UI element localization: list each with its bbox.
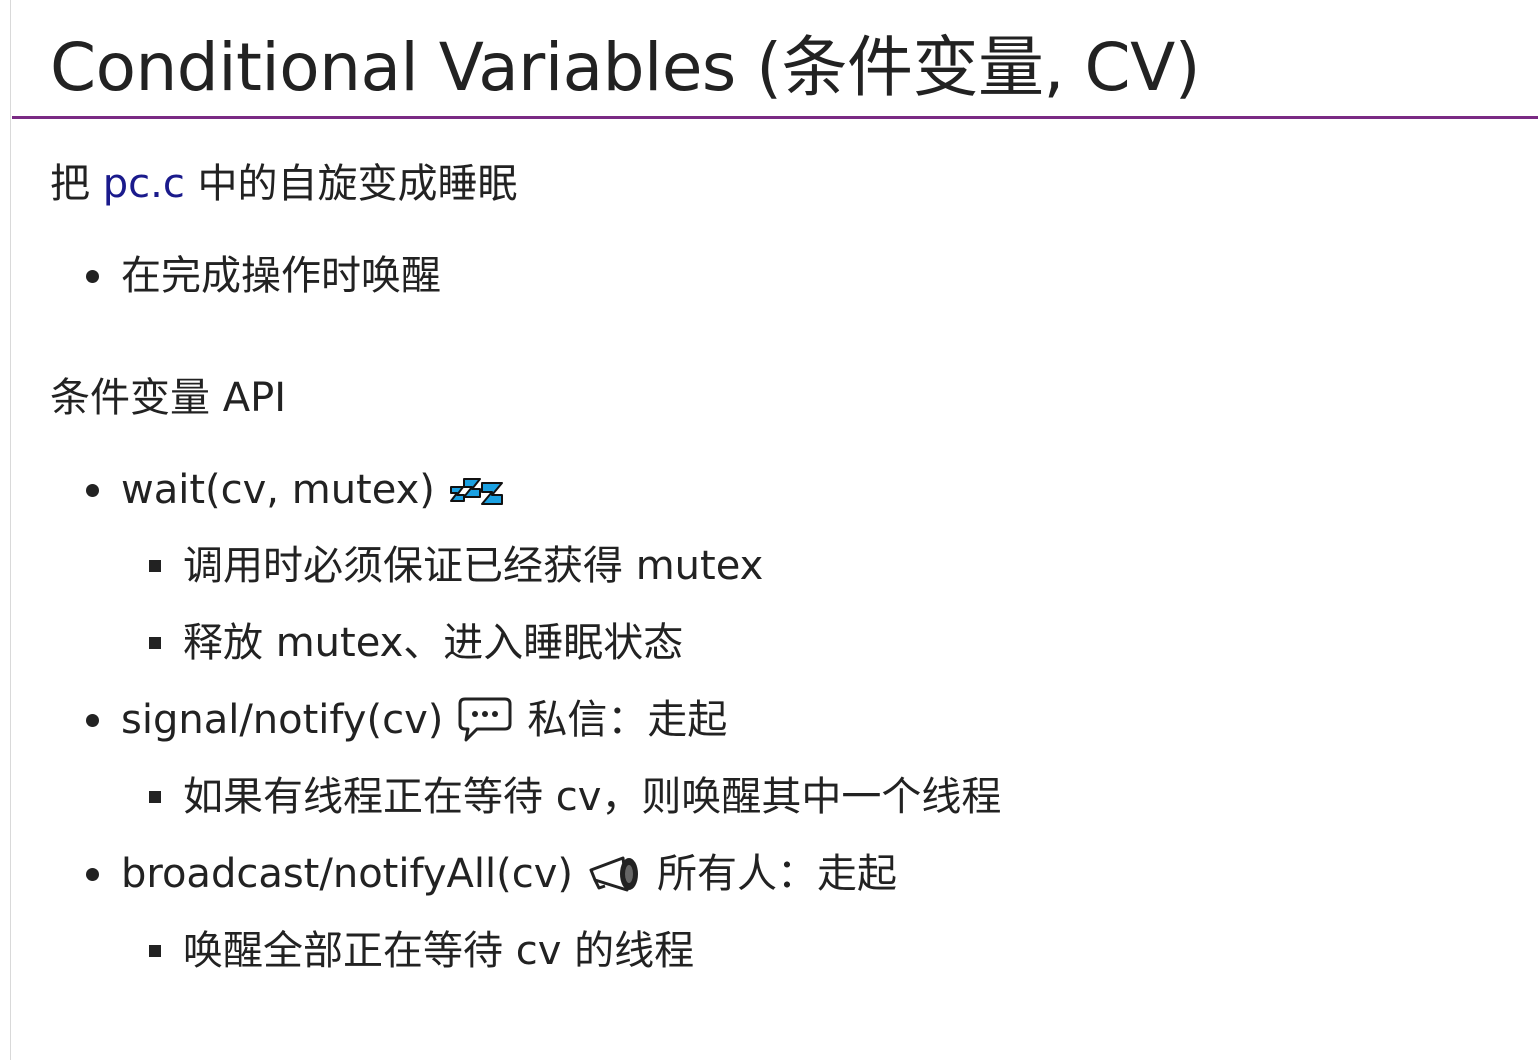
api-label: wait(cv, mutex) <box>121 467 435 513</box>
pc-c-link[interactable]: pc.c <box>103 161 185 207</box>
api-wait-detail-2: 释放 mutex、进入睡眠状态 <box>149 617 683 669</box>
api-label: signal/notify(cv) <box>121 697 444 743</box>
zzz-icon <box>449 473 505 507</box>
intro-bullet-text: 在完成操作时唤醒 <box>121 253 441 299</box>
api-item-signal: signal/notify(cv) 私信：走起 <box>86 694 727 746</box>
api-item-broadcast: broadcast/notifyAll(cv) 所有人：走起 <box>86 848 897 900</box>
api-heading: 条件变量 API <box>50 375 286 421</box>
api-broadcast-detail-1: 唤醒全部正在等待 cv 的线程 <box>149 925 694 977</box>
bullet-square <box>149 791 161 803</box>
api-label: broadcast/notifyAll(cv) <box>121 851 573 897</box>
bullet-dot <box>86 713 99 727</box>
slide-title: Conditional Variables (条件变量, CV) <box>50 29 1201 106</box>
megaphone-icon <box>587 854 643 894</box>
detail-text: 如果有线程正在等待 cv，则唤醒其中一个线程 <box>183 774 1002 820</box>
bullet-dot <box>86 269 99 283</box>
bullet-dot <box>86 867 99 881</box>
slide: Conditional Variables (条件变量, CV) 把 pc.c … <box>12 0 1538 1060</box>
api-extra: 所有人：走起 <box>656 851 897 897</box>
left-border <box>10 0 11 1060</box>
speech-bubble-icon <box>457 696 513 744</box>
api-item-wait: wait(cv, mutex) <box>86 464 519 516</box>
intro-suffix: 中的自旋变成睡眠 <box>184 161 518 207</box>
bullet-dot <box>86 483 99 497</box>
detail-text: 调用时必须保证已经获得 mutex <box>183 543 764 589</box>
api-wait-detail-1: 调用时必须保证已经获得 mutex <box>149 540 763 592</box>
bullet-square <box>149 560 161 572</box>
api-signal-detail-1: 如果有线程正在等待 cv，则唤醒其中一个线程 <box>149 771 1001 823</box>
bullet-square <box>149 945 161 957</box>
intro-paragraph: 把 pc.c 中的自旋变成睡眠 <box>50 158 518 210</box>
intro-prefix: 把 <box>50 161 103 207</box>
detail-text: 唤醒全部正在等待 cv 的线程 <box>183 928 695 974</box>
bullet-square <box>149 637 161 649</box>
title-underline <box>12 116 1538 119</box>
detail-text: 释放 mutex、进入睡眠状态 <box>183 620 684 666</box>
intro-bullet: 在完成操作时唤醒 <box>86 250 441 302</box>
api-extra: 私信：走起 <box>527 697 728 743</box>
